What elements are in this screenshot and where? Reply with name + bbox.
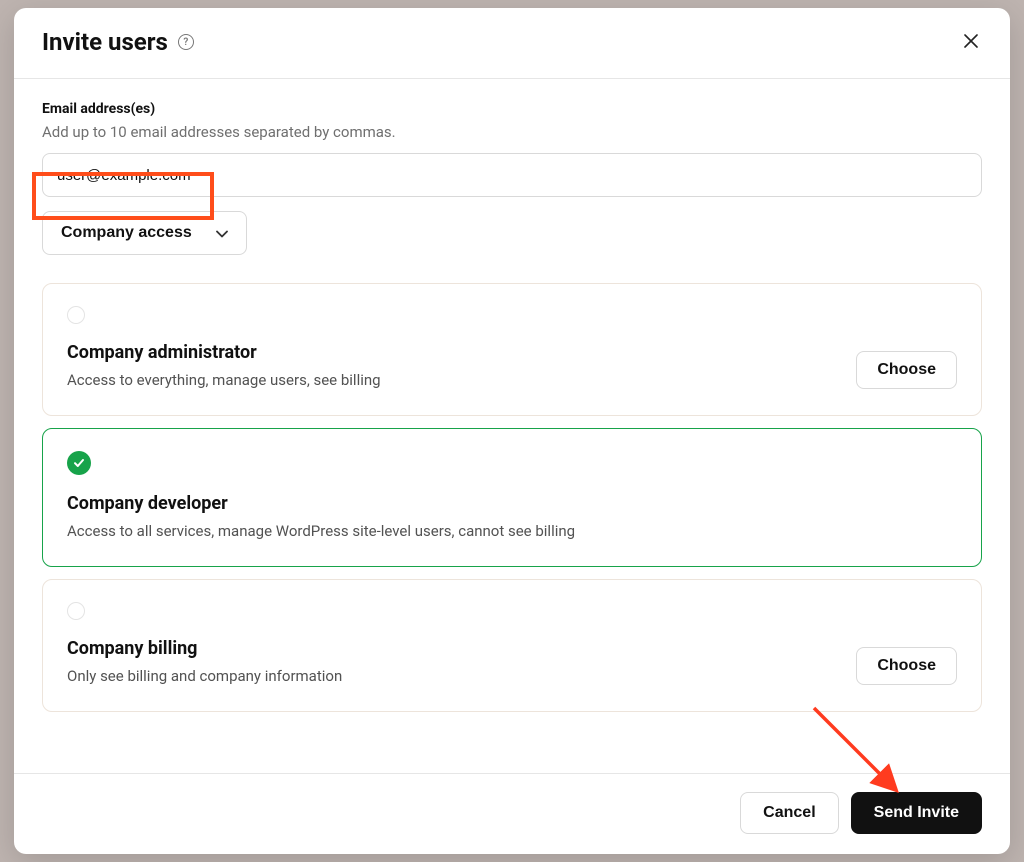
email-input[interactable] bbox=[42, 153, 982, 197]
role-description: Access to all services, manage WordPress… bbox=[67, 522, 957, 540]
invite-users-modal: Invite users ? Email address(es) Add up … bbox=[14, 8, 1010, 854]
modal-footer: Cancel Send Invite bbox=[14, 773, 1010, 854]
role-option-administrator[interactable]: Company administrator Access to everythi… bbox=[42, 283, 982, 416]
role-title: Company billing bbox=[67, 638, 836, 659]
modal-body: Email address(es) Add up to 10 email add… bbox=[14, 79, 1010, 773]
radio-checked-icon bbox=[67, 451, 91, 475]
role-description: Only see billing and company information bbox=[67, 667, 836, 685]
close-button[interactable] bbox=[960, 29, 982, 55]
chevron-down-icon bbox=[216, 226, 228, 241]
radio-unchecked-icon bbox=[67, 602, 85, 620]
email-helper: Add up to 10 email addresses separated b… bbox=[42, 123, 982, 141]
role-description: Access to everything, manage users, see … bbox=[67, 371, 836, 389]
company-access-dropdown[interactable]: Company access bbox=[42, 211, 247, 255]
choose-button[interactable]: Choose bbox=[856, 351, 957, 389]
access-dropdown-label: Company access bbox=[61, 224, 192, 242]
role-option-billing[interactable]: Company billing Only see billing and com… bbox=[42, 579, 982, 712]
email-label: Email address(es) bbox=[42, 101, 982, 117]
close-icon bbox=[964, 32, 978, 52]
send-invite-button[interactable]: Send Invite bbox=[851, 792, 982, 834]
radio-unchecked-icon bbox=[67, 306, 85, 324]
role-title: Company developer bbox=[67, 493, 957, 514]
modal-title-group: Invite users ? bbox=[42, 28, 194, 56]
role-option-developer[interactable]: Company developer Access to all services… bbox=[42, 428, 982, 567]
role-title: Company administrator bbox=[67, 342, 836, 363]
modal-header: Invite users ? bbox=[14, 8, 1010, 79]
modal-title: Invite users bbox=[42, 28, 168, 56]
cancel-button[interactable]: Cancel bbox=[740, 792, 838, 834]
help-icon[interactable]: ? bbox=[178, 34, 194, 50]
choose-button[interactable]: Choose bbox=[856, 647, 957, 685]
